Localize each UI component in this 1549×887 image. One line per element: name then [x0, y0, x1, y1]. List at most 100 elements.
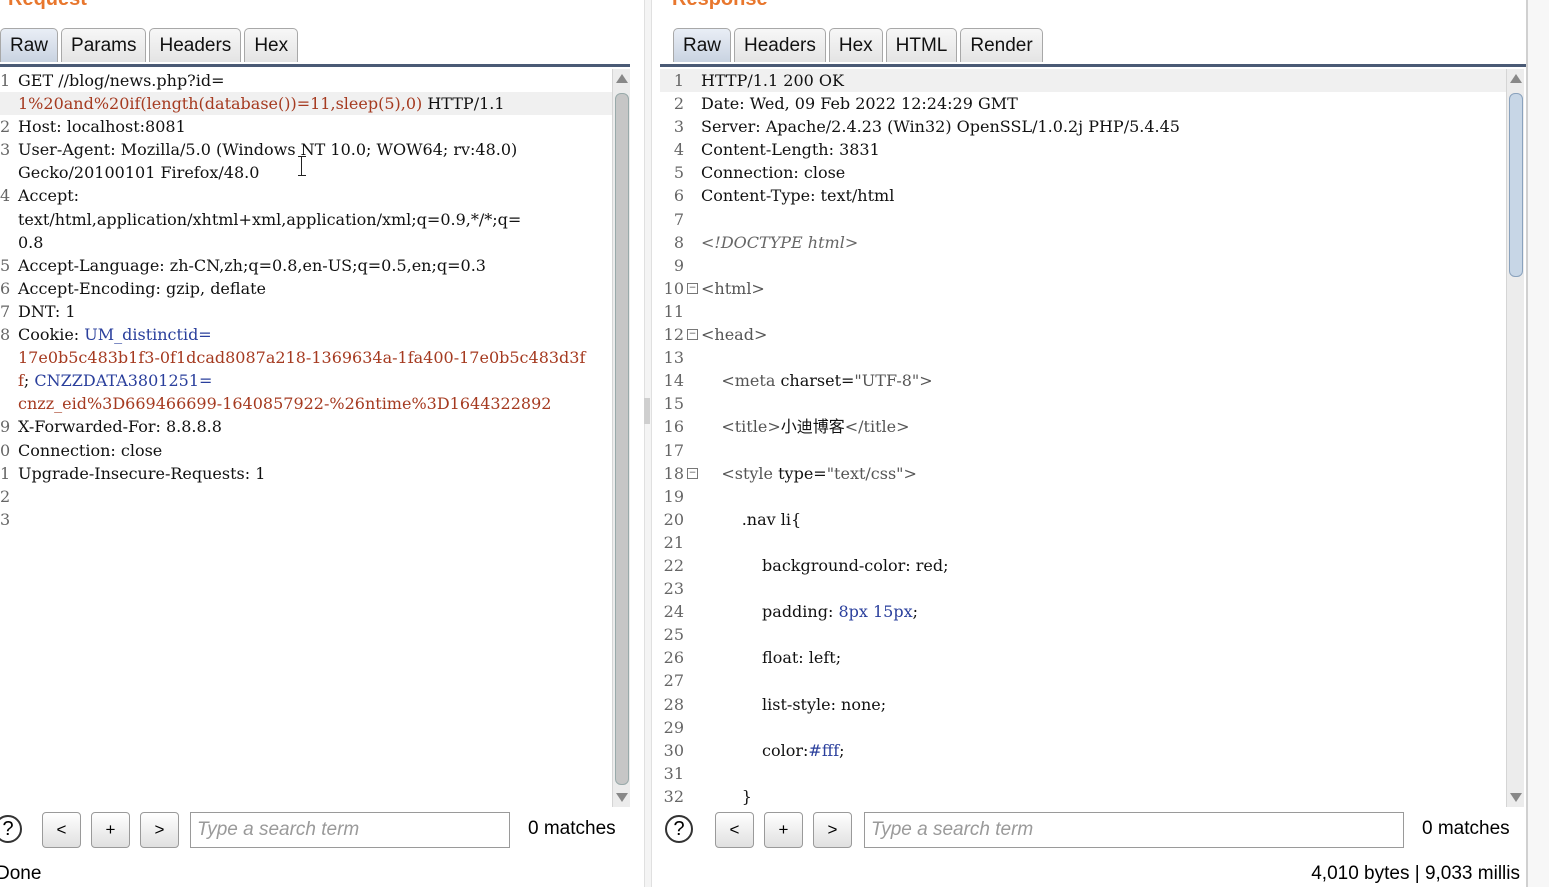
response-search-input[interactable]: [864, 812, 1404, 848]
request-code-line: 3 User-Agent: Mozilla/5.0 (Windows NT 10.…: [0, 138, 612, 161]
line-text: cnzz_eid%3D669466699-1640857922-%26ntime…: [18, 392, 551, 415]
request-help-button[interactable]: ?: [0, 815, 22, 843]
response-scroll-thumb[interactable]: [1509, 93, 1523, 277]
line-number: 1: [0, 463, 11, 483]
line-text: X-Forwarded-For: 8.8.8.8: [18, 415, 222, 438]
response-code-line: 11: [660, 300, 1506, 323]
code-token: charset=: [775, 371, 855, 391]
line-text: Cookie: UM_distinctid=: [18, 323, 212, 346]
request-editor[interactable]: 1 GET //blog/news.php?id= 1%20and%20if(len…: [0, 69, 612, 807]
response-code-line: 10− <html>: [660, 277, 1506, 300]
window-right-edge: [1526, 0, 1549, 887]
code-token: background-color: red;: [701, 555, 949, 575]
line-number: 3: [673, 117, 684, 137]
response-tab-html[interactable]: HTML: [885, 28, 958, 62]
request-scroll-thumb[interactable]: [615, 93, 629, 785]
line-text: <meta charset="UTF-8">: [701, 369, 932, 392]
response-scrollbar[interactable]: [1506, 69, 1524, 807]
scroll-down-icon[interactable]: [616, 793, 628, 802]
code-token: </title>: [844, 417, 910, 437]
line-number: 8: [673, 232, 684, 252]
response-code-line: 30 color:#fff;: [660, 739, 1506, 762]
request-code-line: 2: [0, 485, 612, 508]
line-number: 4: [673, 140, 684, 160]
line-number: 28: [663, 694, 684, 714]
request-add-button[interactable]: +: [91, 812, 130, 848]
response-code-line: 24 padding: 8px 15px;: [660, 600, 1506, 623]
scroll-up-icon[interactable]: [616, 74, 628, 83]
response-code-line: 14 <meta charset="UTF-8">: [660, 369, 1506, 392]
response-code-line: 23: [660, 577, 1506, 600]
request-next-button[interactable]: >: [140, 812, 179, 848]
line-number: 12: [663, 325, 684, 345]
response-tab-headers[interactable]: Headers: [734, 28, 826, 62]
line-number: 7: [673, 209, 684, 229]
panel-splitter[interactable]: [644, 0, 652, 887]
response-code-line: 32 }: [660, 785, 1506, 807]
splitter-grip[interactable]: [644, 398, 650, 424]
code-token: "text/css": [826, 463, 904, 483]
request-code-line: cnzz_eid%3D669466699-1640857922-%26ntime…: [0, 392, 612, 415]
text-cursor-icon: [298, 156, 306, 176]
response-help-button[interactable]: ?: [665, 815, 693, 843]
line-number: 4: [0, 186, 11, 206]
line-text: text/html,application/xhtml+xml,applicat…: [18, 208, 521, 231]
code-token: UM_distinctid=: [84, 325, 212, 345]
scroll-down-icon[interactable]: [1510, 793, 1522, 802]
line-number: 18: [663, 463, 684, 483]
request-search-input[interactable]: [190, 812, 510, 848]
fold-toggle-icon[interactable]: −: [687, 467, 698, 479]
request-code-line: 1 GET //blog/news.php?id=: [0, 69, 612, 92]
response-tab-render[interactable]: Render: [960, 28, 1043, 62]
code-token: float: left;: [701, 648, 842, 668]
request-tab-params[interactable]: Params: [61, 28, 147, 62]
code-token: <style: [721, 463, 774, 483]
request-tab-hex[interactable]: Hex: [244, 28, 299, 62]
response-tab-hex[interactable]: Hex: [828, 28, 883, 62]
code-token: Accept-Encoding: gzip, deflate: [18, 278, 267, 298]
line-text: <title>小迪博客</title>: [701, 415, 910, 438]
line-number: 9: [0, 417, 11, 437]
request-panel: Request RawParamsHeadersHex 1 GET //blog/…: [0, 0, 640, 887]
code-token: User-Agent: Mozilla/5.0 (Windows NT 10.0…: [18, 140, 518, 160]
fold-toggle-icon[interactable]: −: [687, 329, 698, 341]
response-code-line: 12− <head>: [660, 323, 1506, 346]
line-text: <head>: [701, 323, 767, 346]
response-tab-raw[interactable]: Raw: [673, 28, 732, 62]
request-scrollbar[interactable]: [612, 69, 630, 807]
code-token: type=: [773, 463, 827, 483]
line-text: Date: Wed, 09 Feb 2022 12:24:29 GMT: [701, 92, 1018, 115]
request-code-line: 8 Cookie: UM_distinctid=: [0, 323, 612, 346]
scroll-up-icon[interactable]: [1510, 74, 1522, 83]
line-text: Connection: close: [701, 161, 845, 184]
code-token: color:: [701, 740, 809, 760]
code-token: Cookie:: [18, 325, 85, 345]
request-code-line: 4 Accept:: [0, 184, 612, 207]
request-tab-raw[interactable]: Raw: [0, 28, 59, 62]
request-prev-button[interactable]: <: [42, 812, 81, 848]
line-number: 19: [663, 486, 684, 506]
line-text: Connection: close: [18, 439, 162, 462]
response-add-button[interactable]: +: [764, 812, 803, 848]
line-number: 16: [663, 417, 684, 437]
code-token: Server: Apache/2.4.23 (Win32) OpenSSL/1.…: [701, 117, 1180, 137]
line-number: 2: [0, 117, 11, 137]
fold-toggle-icon[interactable]: −: [687, 282, 698, 294]
response-code-line: 2 Date: Wed, 09 Feb 2022 12:24:29 GMT: [660, 92, 1506, 115]
code-token: HTTP/1.1 200 OK: [701, 71, 844, 90]
code-token: GET //blog/news.php?id=: [18, 71, 225, 90]
line-text: Upgrade-Insecure-Requests: 1: [18, 462, 265, 485]
line-number: 14: [663, 371, 684, 391]
code-token: .nav li{: [701, 509, 802, 529]
response-code-line: 16 <title>小迪博客</title>: [660, 415, 1506, 438]
request-search-bar: ? < + > 0 matches: [0, 810, 640, 850]
response-match-count: 0 matches: [1422, 818, 1510, 839]
response-editor[interactable]: 1 HTTP/1.1 200 OK 2 Date: Wed, 09 Feb 2022 …: [660, 69, 1506, 807]
request-tab-underline: [0, 64, 630, 67]
code-token: X-Forwarded-For: 8.8.8.8: [18, 417, 222, 437]
response-prev-button[interactable]: <: [715, 812, 754, 848]
request-tab-headers[interactable]: Headers: [149, 28, 242, 62]
line-number: 21: [663, 532, 684, 552]
response-next-button[interactable]: >: [813, 812, 852, 848]
response-code-line: 19: [660, 485, 1506, 508]
